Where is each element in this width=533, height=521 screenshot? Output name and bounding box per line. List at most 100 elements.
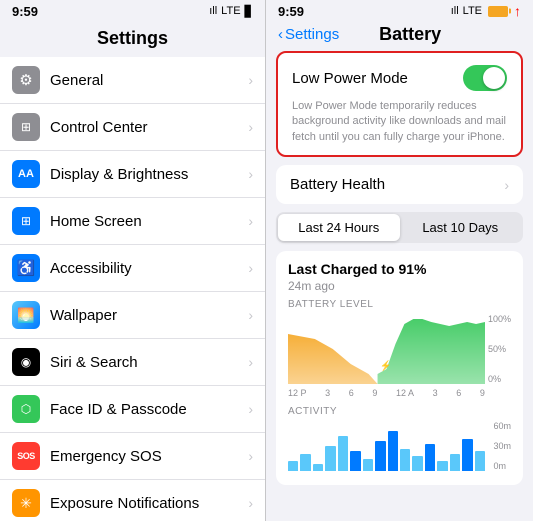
right-panel: 9:59 ıll LTE ↑ ‹ Settings Battery Low Po…	[266, 0, 533, 521]
display-icon: AA	[12, 160, 40, 188]
x-label-3: 3	[325, 388, 330, 398]
battery-icon: ▊	[245, 5, 253, 18]
chevron-icon: ›	[248, 72, 253, 88]
settings-item-display[interactable]: AA Display & Brightness ›	[0, 151, 265, 198]
chevron-icon: ›	[248, 119, 253, 135]
battery-y-labels: 100% 50% 0%	[488, 314, 511, 384]
activity-bar	[300, 454, 310, 472]
y-label-0: 0%	[488, 374, 511, 384]
left-panel: 9:59 ıll LTE ▊ Settings ⚙ General › ⊞ Co…	[0, 0, 266, 521]
lte-label: LTE	[221, 5, 240, 17]
settings-item-general[interactable]: ⚙ General ›	[0, 57, 265, 104]
general-label: General	[50, 72, 248, 89]
accessibility-label: Accessibility	[50, 260, 248, 277]
chart-subtitle: 24m ago	[288, 279, 511, 293]
svg-text:⚡: ⚡	[380, 360, 391, 373]
left-status-bar: 9:59 ıll LTE ▊	[0, 0, 265, 22]
chevron-icon: ›	[248, 448, 253, 464]
chevron-icon: ›	[248, 213, 253, 229]
x-label-3a: 3	[433, 388, 438, 398]
right-nav: ‹ Settings Battery	[266, 22, 533, 51]
settings-item-emergency-sos[interactable]: SOS Emergency SOS ›	[0, 433, 265, 480]
right-time: 9:59	[278, 4, 304, 19]
right-status-bar: 9:59 ıll LTE ↑	[266, 0, 533, 22]
settings-item-control-center[interactable]: ⊞ Control Center ›	[0, 104, 265, 151]
battery-arrow-icon: ↑	[514, 3, 521, 19]
activity-y-0m: 0m	[493, 461, 511, 471]
x-label-12a: 12 A	[396, 388, 414, 398]
back-chevron-icon: ‹	[278, 26, 283, 43]
battery-health-item[interactable]: Battery Health ›	[276, 165, 523, 204]
control-center-label: Control Center	[50, 119, 248, 136]
right-signal-icon: ıll	[451, 5, 459, 17]
back-button[interactable]: ‹ Settings	[278, 26, 339, 43]
settings-item-wallpaper[interactable]: 🌅 Wallpaper ›	[0, 292, 265, 339]
back-label: Settings	[285, 26, 339, 43]
battery-health-label: Battery Health	[290, 176, 504, 193]
control-center-icon: ⊞	[12, 113, 40, 141]
battery-level-label: BATTERY LEVEL	[288, 299, 511, 310]
display-label: Display & Brightness	[50, 166, 248, 183]
wallpaper-icon: 🌅	[12, 301, 40, 329]
lpm-label: Low Power Mode	[292, 70, 408, 87]
activity-bar	[313, 464, 323, 472]
activity-bar	[375, 441, 385, 471]
exposure-icon: ✳	[12, 489, 40, 517]
activity-label: ACTIVITY	[288, 406, 511, 417]
left-time: 9:59	[12, 4, 38, 19]
activity-bar	[388, 431, 398, 471]
toggle-knob	[483, 67, 505, 89]
activity-bar	[412, 456, 422, 471]
siri-icon: ◉	[12, 348, 40, 376]
activity-chart: 60m 30m 0m	[288, 421, 511, 471]
battery-x-labels: 12 P 3 6 9 12 A 3 6 9	[288, 388, 485, 398]
battery-chart-area: ⚡	[288, 314, 485, 384]
settings-item-exposure[interactable]: ✳ Exposure Notifications ›	[0, 480, 265, 521]
settings-item-siri[interactable]: ◉ Siri & Search ›	[0, 339, 265, 386]
face-id-icon: ⬡	[12, 395, 40, 423]
right-status-icons: ıll LTE ↑	[451, 3, 521, 19]
activity-y-30m: 30m	[493, 441, 511, 451]
lpm-description: Low Power Mode temporarily reduces backg…	[292, 99, 507, 145]
last-24-hours-button[interactable]: Last 24 Hours	[278, 214, 400, 241]
chevron-icon: ›	[248, 166, 253, 182]
activity-chart-area	[288, 421, 485, 471]
chevron-icon: ›	[248, 260, 253, 276]
activity-bar	[400, 449, 410, 472]
battery-box	[488, 6, 508, 17]
activity-bar	[288, 461, 298, 471]
right-panel-title: Battery	[339, 24, 521, 45]
battery-health-chevron: ›	[504, 177, 509, 193]
activity-bar	[437, 461, 447, 471]
right-content: Low Power Mode Low Power Mode temporaril…	[266, 51, 533, 521]
signal-icon: ıll	[209, 5, 217, 17]
right-lte-label: LTE	[463, 5, 482, 17]
activity-y-labels: 60m 30m 0m	[493, 421, 511, 471]
y-label-50: 50%	[488, 344, 511, 354]
activity-bar	[338, 436, 348, 471]
wallpaper-label: Wallpaper	[50, 307, 248, 324]
battery-chart: ⚡ 100% 50% 0%	[288, 314, 511, 384]
emergency-sos-icon: SOS	[12, 442, 40, 470]
activity-bar	[425, 444, 435, 472]
left-panel-title: Settings	[0, 22, 265, 57]
x-label-12p: 12 P	[288, 388, 307, 398]
left-status-icons: ıll LTE ▊	[209, 5, 253, 18]
settings-item-home-screen[interactable]: ⊞ Home Screen ›	[0, 198, 265, 245]
activity-bar	[462, 439, 472, 472]
settings-item-face-id[interactable]: ⬡ Face ID & Passcode ›	[0, 386, 265, 433]
settings-list: ⚙ General › ⊞ Control Center › AA Displa…	[0, 57, 265, 521]
battery-health-card: Battery Health ›	[276, 165, 523, 204]
chevron-icon: ›	[248, 401, 253, 417]
last-10-days-button[interactable]: Last 10 Days	[400, 214, 522, 241]
settings-item-accessibility[interactable]: ♿ Accessibility ›	[0, 245, 265, 292]
battery-level-indicator	[486, 6, 508, 17]
low-power-mode-card: Low Power Mode Low Power Mode temporaril…	[276, 51, 523, 157]
face-id-label: Face ID & Passcode	[50, 401, 248, 418]
general-icon: ⚙	[12, 66, 40, 94]
siri-label: Siri & Search	[50, 354, 248, 371]
low-power-mode-toggle[interactable]	[463, 65, 507, 91]
chevron-icon: ›	[248, 307, 253, 323]
activity-bar	[475, 451, 485, 471]
battery-chart-section: Last Charged to 91% 24m ago BATTERY LEVE…	[276, 251, 523, 485]
